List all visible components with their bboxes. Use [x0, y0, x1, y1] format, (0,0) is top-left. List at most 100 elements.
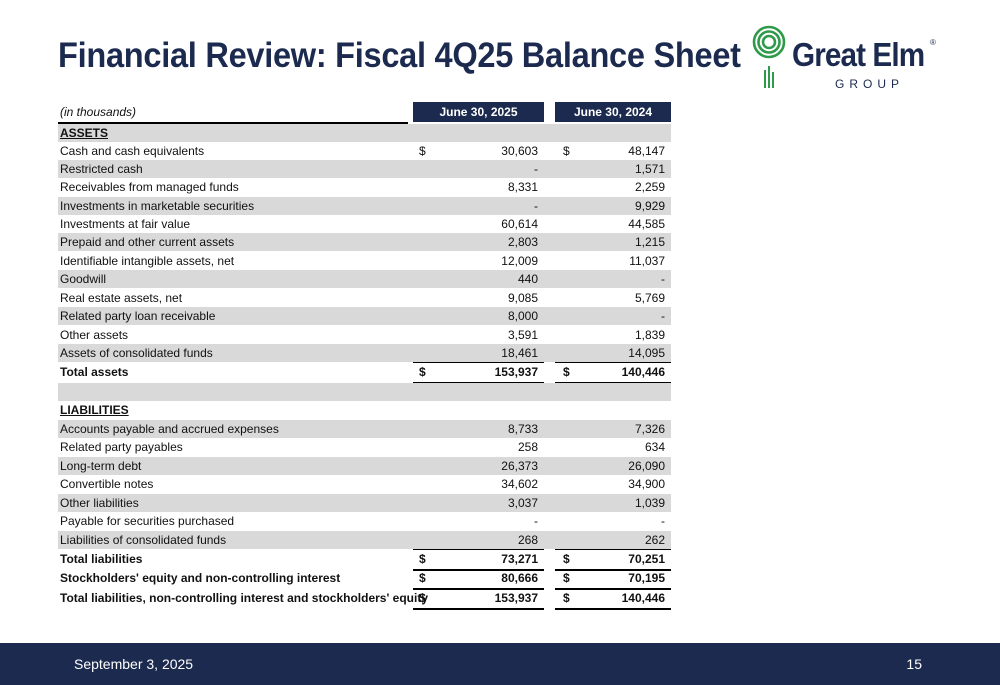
value-2025: 268 — [517, 533, 538, 547]
total-rule — [413, 608, 544, 610]
row-label: Investments in marketable securities — [60, 199, 255, 213]
currency-symbol-2024: $ — [563, 571, 570, 585]
value-2024: 14,095 — [628, 346, 665, 360]
currency-symbol-2025: $ — [419, 365, 426, 379]
table-row: Prepaid and other current assets 2,803 1,2… — [58, 233, 671, 251]
currency-symbol-2024: $ — [563, 591, 570, 605]
table-row: Other assets 3,591 1,839 — [58, 326, 671, 344]
value-2025 — [468, 124, 538, 142]
value-2024: 44,585 — [628, 217, 665, 231]
value-2024: 11,037 — [629, 254, 665, 268]
row-label: LIABILITIES — [60, 403, 129, 417]
table-row: Stockholders' equity and non-controlling… — [58, 569, 671, 587]
column-header-2025: June 30, 2025 — [413, 102, 544, 122]
table-row: Convertible notes 34,602 34,900 — [58, 475, 671, 493]
row-label: Goodwill — [60, 272, 107, 286]
value-2025: 12,009 — [501, 254, 538, 268]
value-2025: 8,733 — [507, 422, 538, 436]
page-title: Financial Review: Fiscal 4Q25 Balance Sh… — [58, 36, 741, 75]
row-label: Convertible notes — [60, 477, 154, 491]
value-2024: 1,039 — [634, 496, 665, 510]
row-label: Cash and cash equivalents — [60, 144, 205, 158]
row-label: Restricted cash — [60, 162, 143, 176]
currency-symbol-2025: $ — [419, 591, 426, 605]
row-label: Real estate assets, net — [60, 291, 183, 305]
value-2025: 34,602 — [501, 477, 538, 491]
table-row: Total liabilities, non-controlling inter… — [58, 589, 671, 607]
table-row: Restricted cash - 1,571 — [58, 160, 671, 178]
value-2024: - — [661, 272, 665, 286]
table-row: Real estate assets, net 9,085 5,769 — [58, 289, 671, 307]
row-label: Total liabilities, non-controlling inter… — [60, 591, 429, 605]
row-label: Other liabilities — [60, 496, 139, 510]
logo-wordmark: Great Elm — [792, 36, 925, 73]
row-label: Assets of consolidated funds — [60, 346, 213, 360]
row-label: Identifiable intangible assets, net — [60, 254, 235, 268]
table-row: Payable for securities purchased - - — [58, 512, 671, 530]
value-2024: 1,839 — [634, 328, 665, 342]
value-2024: 26,090 — [628, 459, 665, 473]
value-2024: 140,446 — [621, 591, 665, 605]
currency-symbol-2024: $ — [563, 365, 570, 379]
table-row: Accounts payable and accrued expenses 8,7… — [58, 420, 671, 438]
value-2025: 8,331 — [507, 180, 538, 194]
table-row: ASSETS — [58, 124, 671, 142]
column-header-2024: June 30, 2024 — [555, 102, 671, 122]
value-2025: 153,937 — [494, 591, 538, 605]
table-row: Liabilities of consolidated funds 268 262 — [58, 531, 671, 549]
page-number: 15 — [906, 656, 922, 672]
value-2024: 5,769 — [634, 291, 665, 305]
value-2024: 1,571 — [634, 162, 665, 176]
value-2025: 18,461 — [501, 346, 538, 360]
logo-rings-icon — [752, 25, 786, 88]
table-row: Receivables from managed funds 8,331 2,259 — [58, 178, 671, 196]
footer-date: September 3, 2025 — [74, 656, 194, 672]
table-row: Related party payables 258 634 — [58, 438, 671, 456]
value-2024: 9,929 — [634, 199, 665, 213]
value-2025: 73,271 — [501, 552, 538, 566]
row-label: Total assets — [60, 365, 129, 379]
table-row: LIABILITIES — [58, 401, 671, 419]
value-2024 — [598, 124, 665, 142]
table-row: Total assets $153,937 $140,446 — [58, 363, 671, 381]
value-2024: 262 — [644, 533, 665, 547]
row-label — [60, 383, 410, 401]
value-2025: 440 — [517, 272, 538, 286]
table-row: Related party loan receivable 8,000 - — [58, 307, 671, 325]
row-label: Receivables from managed funds — [60, 180, 239, 194]
value-2025 — [468, 401, 538, 419]
value-2025: 60,614 — [501, 217, 538, 231]
value-2024: 70,251 — [628, 552, 665, 566]
row-label: Investments at fair value — [60, 217, 191, 231]
value-2024: 7,326 — [634, 422, 665, 436]
value-2025: 153,937 — [494, 365, 538, 379]
value-2025: - — [534, 199, 538, 213]
units-label: (in thousands) — [60, 105, 137, 119]
value-2024: 48,147 — [628, 144, 665, 158]
row-label: Related party loan receivable — [60, 309, 216, 323]
row-label: Other assets — [60, 328, 129, 342]
table-row — [58, 383, 671, 401]
value-2025: 3,591 — [507, 328, 538, 342]
company-logo: Great Elm ® GROUP — [752, 22, 952, 94]
value-2024: 34,900 — [628, 477, 665, 491]
value-2024 — [598, 383, 665, 401]
currency-symbol-2025: $ — [419, 571, 426, 585]
row-label: Related party payables — [60, 440, 183, 454]
value-2025: - — [534, 514, 538, 528]
row-label: Accounts payable and accrued expenses — [60, 422, 279, 436]
value-2024 — [598, 401, 665, 419]
table-row: Other liabilities 3,037 1,039 — [58, 494, 671, 512]
footer-bar: September 3, 2025 15 — [0, 643, 1000, 685]
value-2024: 140,446 — [621, 365, 665, 379]
row-label: Long-term debt — [60, 459, 142, 473]
table-row: Assets of consolidated funds 18,461 14,095 — [58, 344, 671, 362]
value-2024: 1,215 — [634, 235, 665, 249]
table-row: Goodwill 440 - — [58, 270, 671, 288]
value-2024: - — [661, 309, 665, 323]
table-row: Long-term debt 26,373 26,090 — [58, 457, 671, 475]
row-label: ASSETS — [60, 126, 109, 140]
value-2025: 80,666 — [501, 571, 538, 585]
value-2025: 26,373 — [501, 459, 538, 473]
row-label: Payable for securities purchased — [60, 514, 235, 528]
